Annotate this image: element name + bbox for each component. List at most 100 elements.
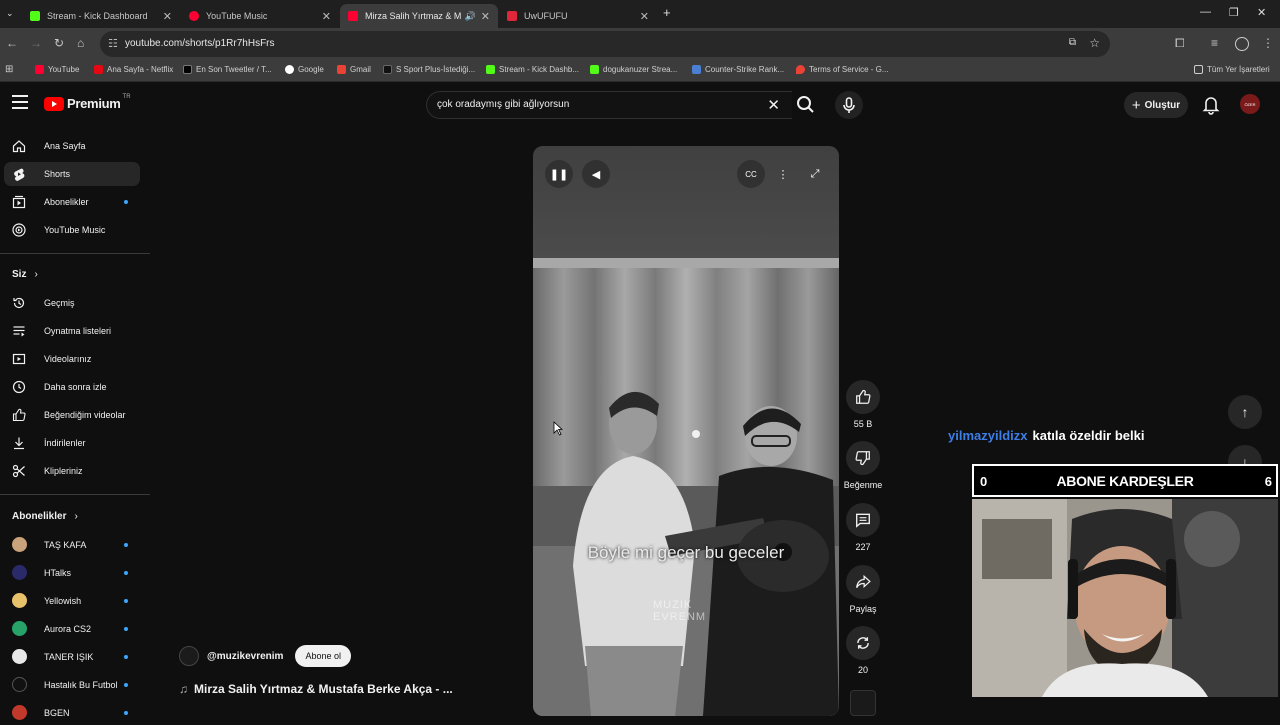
sidebar-item-downloads[interactable]: İndirilenler [4,431,140,455]
x-icon [183,65,192,74]
bookmarks-bar: ⊞ YouTube Ana Sayfa - Netflix En Son Twe… [0,60,1280,82]
bookmark-kick-stream[interactable]: dogukanuzer Strea... [590,65,677,74]
sidebar-channel-yellowish[interactable]: Yellowish [4,589,140,613]
home-icon[interactable]: ⌂ [77,36,84,50]
close-tab-icon[interactable]: ✕ [322,10,331,23]
sidebar-item-clips[interactable]: Klipleriniz [4,459,140,483]
youtube-logo-icon [44,96,64,111]
tab-youtube-music[interactable]: YouTube Music ✕ [181,4,339,28]
create-button[interactable]: + Oluştur [1124,92,1188,118]
share-label: Paylaş [849,604,877,614]
sidebar-channel-taner-isik[interactable]: TANER IŞIK [4,645,140,669]
account-avatar[interactable]: ÖZER [1240,94,1260,114]
sidebar-item-your-videos[interactable]: Videolarınız [4,347,140,371]
volume-button[interactable]: ◀ [582,160,610,188]
reload-icon[interactable]: ↻ [54,36,64,50]
bookmark-star-icon[interactable]: ☆ [1089,36,1100,50]
sidebar-item-playlists[interactable]: Oynatma listeleri [4,319,140,343]
channel-avatar[interactable] [179,646,199,666]
shorts-video-player[interactable]: ❚❚ ◀ CC ⋮ ⤢ Böyle mi geçer bu geceler MU… [533,146,839,716]
sound-thumbnail[interactable] [850,690,876,716]
channel-watermark: MUZIK EVRENM [653,599,706,623]
remix-icon [857,637,869,649]
bookmark-terms[interactable]: Terms of Service - G... [796,65,889,74]
back-icon[interactable]: ← [6,36,18,50]
bookmark-kick-dashboard[interactable]: Stream - Kick Dashb... [486,65,579,74]
voice-search-button[interactable] [835,91,863,119]
audio-playing-icon[interactable]: 🔊 [465,11,476,22]
like-button[interactable]: 55 B [843,380,883,429]
youtube-premium-logo[interactable]: Premium TR [44,94,131,111]
media-control-icon[interactable]: ≡ [1211,36,1218,50]
comment-count: 227 [855,542,871,552]
you-section-heading[interactable]: Siz › [12,269,38,280]
new-content-dot [124,683,128,687]
sidebar-item-watch-later[interactable]: Daha sonra izle [4,375,140,399]
close-tab-icon[interactable]: ✕ [481,10,490,23]
sidebar-divider [0,253,150,254]
captions-button[interactable]: CC [737,160,765,188]
new-tab-icon[interactable]: + [663,5,671,20]
more-options-button[interactable]: ⋮ [769,160,797,188]
close-tab-icon[interactable]: ✕ [163,10,172,23]
tab-uwufufu[interactable]: UwUFUFU ✕ [499,4,657,28]
forward-icon[interactable]: → [30,36,42,50]
maps-pin-icon [796,65,805,74]
sidebar-item-liked-videos[interactable]: Beğendiğim videolar [4,403,140,427]
clear-search-icon[interactable]: ✕ [767,96,780,114]
sidebar-item-shorts[interactable]: Shorts [4,162,140,186]
sidebar-item-subscriptions[interactable]: Abonelikler [4,190,140,214]
sidebar-channel-hastalik-bu-futbol[interactable]: Hastalık Bu Futbol [4,673,140,697]
gmail-icon [337,65,346,74]
tab-kick-dashboard[interactable]: Stream - Kick Dashboard ✕ [22,4,180,28]
profile-icon[interactable] [1235,37,1249,51]
tab-search-icon[interactable]: ⌄ [6,8,14,19]
search-input[interactable]: çok oradaymış gibi ağlıyorsun ✕ [426,91,792,119]
extensions-icon[interactable]: ⧠ [1175,36,1185,51]
cast-icon[interactable]: ⧉ [1069,37,1076,48]
sidebar-item-youtube-music[interactable]: YouTube Music [4,218,140,242]
bookmark-x[interactable]: En Son Tweetler / T... [183,65,272,74]
sidebar-item-home[interactable]: Ana Sayfa [4,134,140,158]
share-button[interactable]: Paylaş [843,565,883,614]
search-button[interactable] [792,91,820,119]
bookmark-netflix[interactable]: Ana Sayfa - Netflix [94,65,173,74]
tab-current-short[interactable]: Mirza Salih Yırtmaz & M 🔊 ✕ [340,4,498,28]
site-info-icon[interactable]: ☷ [108,37,118,50]
new-content-dot [124,599,128,603]
previous-short-button[interactable]: ↑ [1228,395,1262,429]
channel-handle[interactable]: @muzikevrenim [207,651,283,662]
bookmark-cs-rank[interactable]: Counter-Strike Rank... [692,65,784,74]
sidebar-item-history[interactable]: Geçmiş [4,291,140,315]
sidebar-item-label: Ana Sayfa [44,141,86,151]
bookmark-youtube[interactable]: YouTube [35,65,79,74]
restore-icon[interactable]: ❐ [1229,6,1239,19]
sidebar-channel-tas-kafa[interactable]: TAŞ KAFA [4,533,140,557]
new-content-dot [124,200,128,204]
comments-button[interactable]: 227 [843,503,883,552]
subscriptions-section-heading[interactable]: Abonelikler › [12,511,78,522]
apps-icon[interactable]: ⊞ [5,64,13,75]
bookmark-gmail[interactable]: Gmail [337,65,371,74]
browser-menu-icon[interactable]: ⋮ [1262,36,1274,50]
remix-button[interactable]: 20 [843,626,883,675]
sidebar-channel-aurora-cs2[interactable]: Aurora CS2 [4,617,140,641]
remix-count: 20 [857,665,868,675]
sidebar-channel-bgen[interactable]: BGEN [4,701,140,725]
address-bar[interactable]: ☷ youtube.com/shorts/p1Rr7hHsFrs ☆ ⧉ [100,31,1110,57]
close-tab-icon[interactable]: ✕ [640,10,649,23]
channel-avatar [12,621,27,636]
all-bookmarks[interactable]: Tüm Yer İşaretleri [1194,65,1270,74]
guide-menu-icon[interactable] [12,95,28,109]
bookmark-ssport[interactable]: S Sport Plus-İstediği... [383,65,475,74]
pause-button[interactable]: ❚❚ [545,160,573,188]
short-title[interactable]: ♫ Mirza Salih Yırtmaz & Mustafa Berke Akç… [179,682,453,696]
minimize-icon[interactable]: — [1200,6,1211,18]
dislike-button[interactable]: Beğenme [843,441,883,490]
notifications-button[interactable] [1202,95,1220,120]
sidebar-channel-htalks[interactable]: HTalks [4,561,140,585]
subscribe-button[interactable]: Abone ol [295,645,351,667]
close-window-icon[interactable]: ✕ [1257,6,1266,19]
bookmark-google[interactable]: Google [285,65,324,74]
fullscreen-button[interactable]: ⤢ [801,160,829,188]
